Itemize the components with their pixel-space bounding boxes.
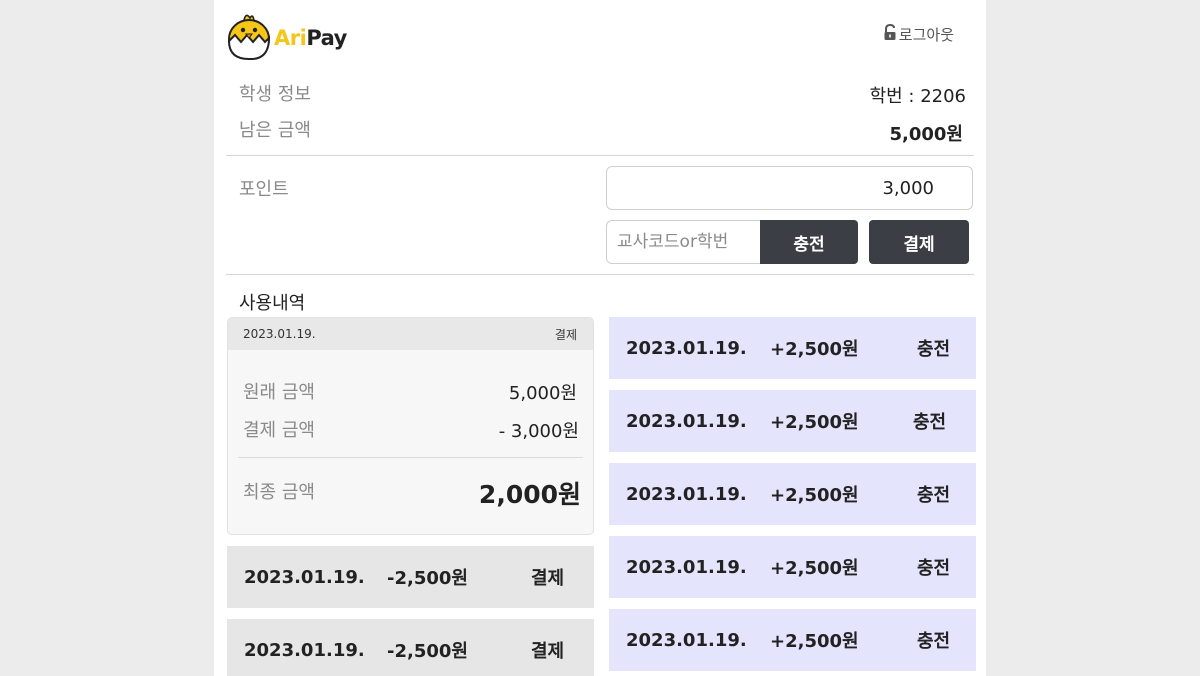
list-item[interactable]: 2023.01.19. -2,500원 결제 (227, 619, 594, 676)
row-type: 결제 (531, 568, 565, 589)
original-amount-value: 5,000원 (508, 383, 577, 404)
final-amount-value: 2,000원 (478, 480, 581, 509)
list-item[interactable]: 2023.01.19. +2,500원 충전 (609, 390, 976, 452)
unlock-icon (883, 23, 899, 45)
aripay-logo[interactable]: AriPay (226, 12, 356, 64)
row-type: 결제 (531, 641, 565, 662)
list-item[interactable]: 2023.01.19. -2,500원 결제 (227, 546, 594, 608)
logout-button[interactable]: 로그아웃 (883, 23, 954, 45)
teacher-code-input[interactable] (606, 220, 760, 264)
row-date: 2023.01.19. (244, 566, 365, 588)
row-type: 충전 (917, 631, 951, 652)
student-id: 학번 : 2206 (869, 86, 966, 107)
row-amount: +2,500원 (770, 558, 859, 579)
original-amount-label: 원래 금액 (243, 382, 315, 403)
logo-wordmark: AriPay (274, 26, 347, 50)
row-amount: +2,500원 (770, 631, 859, 652)
final-amount-label: 최종 금액 (243, 482, 315, 503)
row-type: 충전 (917, 485, 951, 506)
payment-amount-value: - 3,000원 (498, 421, 579, 442)
row-date: 2023.01.19. (626, 483, 747, 505)
list-item[interactable]: 2023.01.19. +2,500원 충전 (609, 463, 976, 525)
pay-button[interactable]: 결제 (869, 220, 969, 264)
points-value: 3,000 (882, 177, 934, 199)
row-date: 2023.01.19. (244, 639, 365, 661)
app-panel: AriPay 로그아웃 학생 정보 학번 : 2206 남은 금액 5,000원… (214, 0, 986, 676)
row-amount: +2,500원 (770, 485, 859, 506)
detail-date: 2023.01.19. (243, 327, 316, 341)
logout-label: 로그아웃 (898, 26, 954, 44)
balance-label: 남은 금액 (239, 120, 311, 141)
detail-type: 결제 (554, 327, 577, 342)
row-amount: -2,500원 (387, 568, 468, 589)
row-date: 2023.01.19. (626, 337, 747, 359)
row-amount: +2,500원 (770, 412, 859, 433)
student-info-label: 학생 정보 (239, 84, 311, 105)
row-type: 충전 (917, 339, 951, 360)
row-amount: +2,500원 (770, 339, 859, 360)
payment-amount-label: 결제 금액 (243, 420, 315, 441)
row-amount: -2,500원 (387, 641, 468, 662)
points-label: 포인트 (239, 179, 289, 200)
row-type: 충전 (913, 412, 947, 433)
list-item[interactable]: 2023.01.19. +2,500원 충전 (609, 609, 976, 671)
balance-value: 5,000원 (889, 124, 964, 145)
divider (226, 274, 974, 275)
row-type: 충전 (917, 558, 951, 579)
detail-divider (238, 457, 583, 458)
divider (226, 155, 974, 156)
logo-ari-text: Ari (274, 26, 307, 50)
history-title: 사용내역 (239, 293, 306, 314)
list-item[interactable]: 2023.01.19. +2,500원 충전 (609, 317, 976, 379)
row-date: 2023.01.19. (626, 629, 747, 651)
logo-pay-text: Pay (306, 26, 347, 50)
row-date: 2023.01.19. (626, 556, 747, 578)
list-item[interactable]: 2023.01.19. +2,500원 충전 (609, 536, 976, 598)
history-detail-card[interactable]: 2023.01.19. 결제 원래 금액 5,000원 결제 금액 - 3,00… (227, 317, 594, 535)
detail-header: 2023.01.19. 결제 (228, 318, 593, 350)
points-value-field[interactable]: 3,000 (606, 166, 973, 210)
row-date: 2023.01.19. (626, 410, 747, 432)
chick-icon (226, 10, 272, 66)
charge-button[interactable]: 충전 (760, 220, 858, 264)
